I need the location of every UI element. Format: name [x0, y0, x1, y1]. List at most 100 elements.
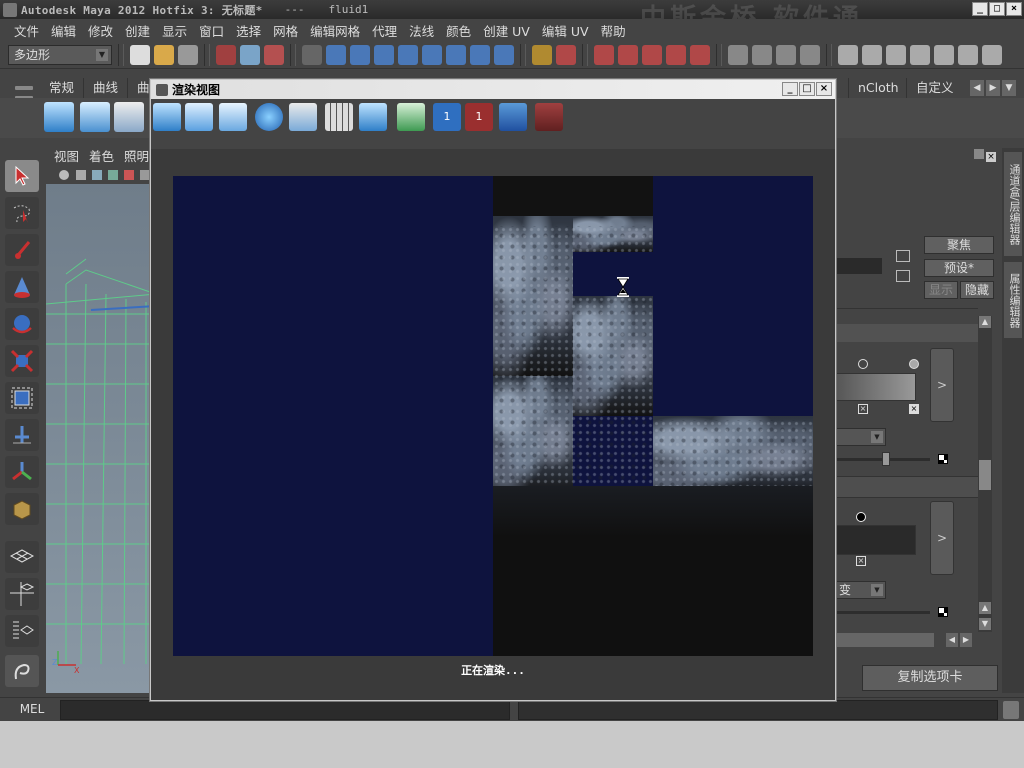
channel-box-icon[interactable] — [982, 44, 1002, 65]
color-ramp-preview[interactable] — [834, 373, 916, 401]
select-component-icon[interactable] — [264, 44, 284, 65]
gradient-dropdown[interactable]: 变 ▼ — [834, 581, 886, 599]
pick-edge-icon[interactable] — [350, 44, 370, 65]
input-ops-icon[interactable] — [728, 44, 748, 65]
menu-edit[interactable]: 编辑 — [45, 21, 82, 40]
display-rgb-icon[interactable] — [325, 103, 353, 131]
shelf-menu-arrow[interactable]: ▼ — [1002, 80, 1016, 96]
mel-input[interactable] — [60, 700, 510, 720]
script-editor-icon[interactable] — [1003, 701, 1019, 719]
ramp-expand-button[interactable]: > — [930, 501, 954, 575]
scroll-right-arrow[interactable]: ▶ — [960, 633, 972, 647]
ramp-marker-icon[interactable] — [856, 512, 866, 522]
open-scene-icon[interactable] — [154, 44, 174, 65]
attribute-editor-tab[interactable]: 属性编辑器 — [1004, 262, 1022, 338]
move-tool[interactable] — [5, 271, 39, 303]
new-scene-icon[interactable] — [130, 44, 150, 65]
attribute-editor-scrollbar[interactable]: ▲ ▲ ▼ — [978, 316, 992, 632]
render-region-icon[interactable] — [185, 103, 213, 131]
ramp-slider[interactable] — [834, 611, 930, 614]
shelf-right-arrow[interactable]: ▶ — [986, 80, 1000, 96]
pick-uv-icon[interactable] — [422, 44, 442, 65]
close-button[interactable]: × — [816, 82, 832, 96]
save-scene-icon[interactable] — [178, 44, 198, 65]
real-size-icon[interactable] — [397, 103, 425, 131]
hypershade-icon[interactable] — [910, 44, 930, 65]
last-tool[interactable] — [5, 493, 39, 525]
fluid-2d-icon[interactable] — [80, 102, 110, 132]
menu-file[interactable]: 文件 — [8, 21, 45, 40]
scroll-down-arrow[interactable]: ▼ — [979, 618, 991, 630]
highlight-selection-icon[interactable] — [556, 44, 576, 65]
shelf-tab-custom[interactable]: 自定义 — [906, 78, 963, 98]
select-tool[interactable] — [5, 160, 39, 192]
single-perspective-layout[interactable] — [5, 541, 39, 573]
ipr-render-icon[interactable] — [862, 44, 882, 65]
shelf-tab-curves[interactable]: 曲线 — [84, 78, 129, 98]
copy-tab-button[interactable]: 复制选项卡 — [862, 665, 998, 691]
delete-marker-icon[interactable]: × — [856, 556, 866, 566]
manipulator-tool[interactable] — [5, 382, 39, 414]
shelf-tab-general[interactable]: 常规 — [40, 78, 85, 98]
menu-mesh[interactable]: 网格 — [267, 21, 304, 40]
section-header[interactable] — [834, 476, 978, 498]
slider-handle[interactable] — [882, 452, 890, 466]
pick-vertex-icon[interactable] — [326, 44, 346, 65]
scroll-thumb[interactable] — [979, 460, 991, 490]
ipr-render-icon[interactable] — [255, 103, 283, 131]
tool-settings-icon[interactable] — [958, 44, 978, 65]
menu-create-uvs[interactable]: 创建 UV — [477, 21, 536, 40]
menu-edit-mesh[interactable]: 编辑网格 — [304, 21, 366, 40]
make-live-icon[interactable] — [690, 44, 710, 65]
render-image[interactable] — [173, 176, 813, 656]
select-hierarchy-icon[interactable] — [216, 44, 236, 65]
ramp-marker-icon[interactable] — [858, 359, 868, 369]
scroll-left-arrow[interactable]: ◀ — [946, 633, 958, 647]
snap-grid-icon[interactable] — [594, 44, 614, 65]
image-strip-icon[interactable] — [499, 103, 527, 131]
hide-button[interactable]: 隐藏 — [960, 281, 994, 299]
menu-window[interactable]: 窗口 — [193, 21, 230, 40]
render-frame-icon[interactable] — [800, 44, 820, 65]
output-ops-icon[interactable] — [752, 44, 772, 65]
outliner-persp-layout[interactable] — [5, 615, 39, 647]
perspective-viewport[interactable]: 视图 着色 照明 — [46, 148, 156, 693]
float-panel-icon[interactable] — [974, 149, 984, 159]
remove-image-icon[interactable]: 1 — [465, 103, 493, 131]
shelf-left-arrow[interactable]: ◀ — [970, 80, 984, 96]
input-connection-icon[interactable] — [896, 250, 910, 262]
select-object-icon[interactable] — [240, 44, 260, 65]
color-ramp-preview[interactable] — [834, 525, 916, 555]
delete-marker-icon[interactable]: × — [858, 404, 868, 414]
menu-proxy[interactable]: 代理 — [366, 21, 403, 40]
snap-plane-icon[interactable] — [666, 44, 686, 65]
viewport-menu-view[interactable]: 视图 — [54, 148, 79, 166]
focus-button[interactable]: 聚焦 — [924, 236, 994, 254]
menu-normals[interactable]: 法线 — [403, 21, 440, 40]
paint-select-tool[interactable] — [5, 234, 39, 266]
ramp-marker-icon[interactable] — [909, 359, 919, 369]
maximize-button[interactable]: □ — [989, 2, 1005, 16]
scale-tool[interactable] — [5, 345, 39, 377]
pick-help-icon[interactable] — [494, 44, 514, 65]
snap-point-icon[interactable] — [642, 44, 662, 65]
minimize-button[interactable]: _ — [782, 82, 798, 96]
snap-curve-icon[interactable] — [618, 44, 638, 65]
menu-display[interactable]: 显示 — [156, 21, 193, 40]
four-view-layout[interactable] — [5, 578, 39, 610]
viewport-menu-shading[interactable]: 着色 — [89, 148, 114, 166]
render-settings-icon[interactable] — [838, 44, 858, 65]
menu-modify[interactable]: 修改 — [82, 21, 119, 40]
render-globals-icon[interactable] — [886, 44, 906, 65]
display-alpha-icon[interactable] — [359, 103, 387, 131]
output-connection-icon[interactable] — [896, 270, 910, 282]
delete-marker-icon[interactable]: × — [909, 404, 919, 414]
ramp-expand-button[interactable]: > — [930, 348, 954, 422]
maximize-button[interactable]: □ — [799, 82, 815, 96]
lock-selection-icon[interactable] — [532, 44, 552, 65]
scroll-up-arrow[interactable]: ▲ — [979, 316, 991, 328]
redo-render-icon[interactable] — [153, 103, 181, 131]
map-button-icon[interactable] — [938, 454, 948, 464]
mudbox-tool[interactable] — [5, 655, 39, 687]
menu-set-selector[interactable]: 多边形 ▼ — [8, 44, 112, 65]
